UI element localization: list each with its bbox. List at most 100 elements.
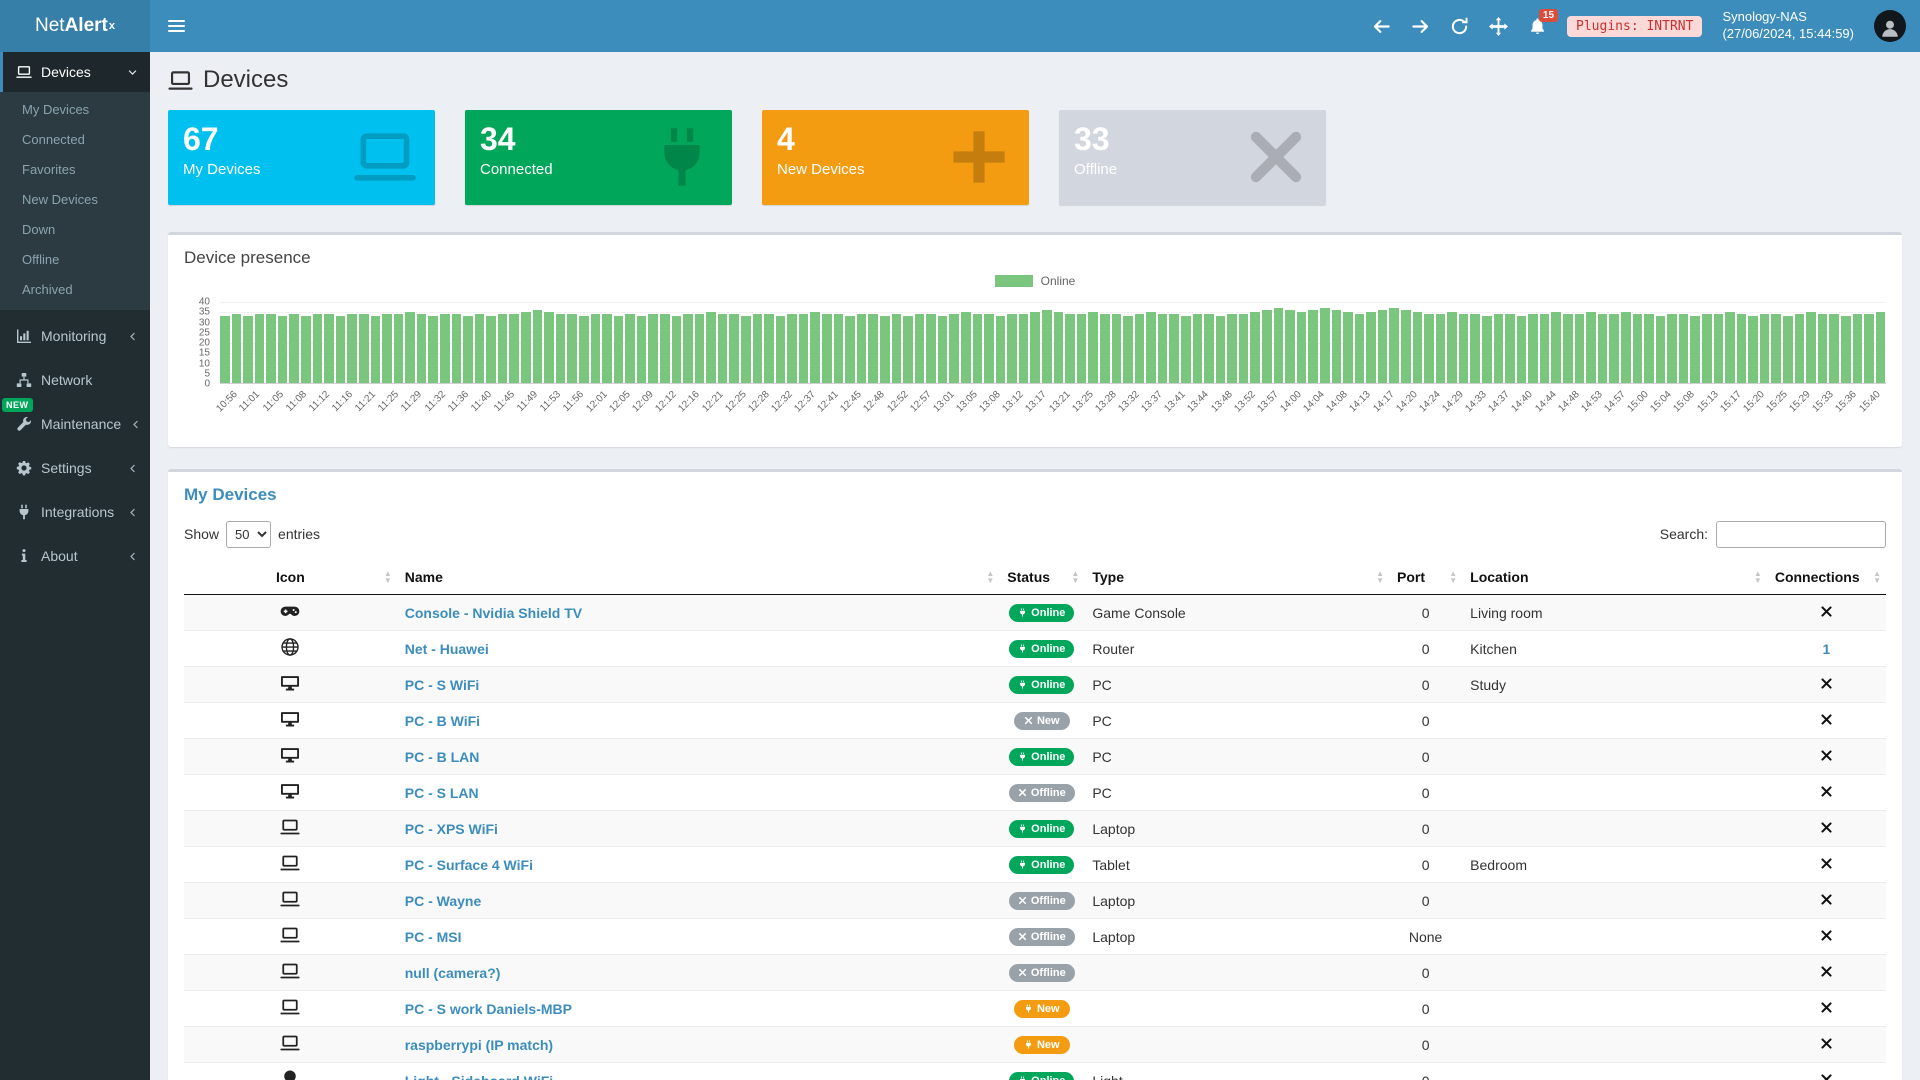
x-axis-label: 14:44 — [1539, 387, 1562, 435]
column-header-location[interactable]: Location▲▼ — [1462, 560, 1767, 595]
sidebar-subitem-archived[interactable]: Archived — [0, 274, 150, 304]
sidebar-subitem-connected[interactable]: Connected — [0, 124, 150, 154]
type-cell: PC — [1084, 775, 1389, 811]
sidebar-item-monitoring[interactable]: Monitoring — [0, 314, 150, 358]
name-cell: PC - Surface 4 WiFi — [397, 847, 1000, 883]
location-cell — [1462, 919, 1767, 955]
name-cell: PC - S WiFi — [397, 667, 1000, 703]
chart-legend[interactable]: Online — [184, 274, 1886, 288]
sidebar-subitem-down[interactable]: Down — [0, 214, 150, 244]
type-cell: Router — [1084, 631, 1389, 667]
laptop-icon — [16, 64, 32, 80]
device-name-link[interactable]: null (camera?) — [405, 965, 501, 981]
sidebar-item-integrations[interactable]: Integrations — [0, 490, 150, 534]
sidebar-subitem-offline[interactable]: Offline — [0, 244, 150, 274]
chart-bar — [1100, 314, 1110, 383]
plugins-status-badge[interactable]: Plugins: INTRNT — [1567, 16, 1702, 37]
refresh-icon[interactable] — [1450, 17, 1469, 36]
sidebar-item-settings[interactable]: Settings — [0, 446, 150, 490]
delete-device-icon[interactable] — [1820, 929, 1833, 942]
chart-bar — [1470, 314, 1480, 383]
delete-device-icon[interactable] — [1820, 713, 1833, 726]
chart-bar — [625, 314, 635, 383]
desktop-icon — [280, 673, 300, 693]
sidebar-item-devices[interactable]: Devices — [0, 52, 150, 92]
chart-icon — [16, 328, 32, 344]
device-name-link[interactable]: raspberrypi (IP match) — [405, 1037, 553, 1053]
delete-device-icon[interactable] — [1820, 821, 1833, 834]
type-cell — [1084, 1027, 1389, 1063]
device-name-link[interactable]: PC - B WiFi — [405, 713, 480, 729]
delete-device-icon[interactable] — [1820, 605, 1833, 618]
plug-icon — [16, 504, 32, 520]
delete-device-icon[interactable] — [1820, 1037, 1833, 1050]
device-row: Light - Sideboard WiFiOnlineLight0 — [184, 1063, 1886, 1080]
x-icon — [1018, 896, 1027, 905]
chart-bar — [753, 314, 763, 383]
status-label: Online — [1031, 607, 1065, 619]
nav-back-icon[interactable] — [1372, 17, 1391, 36]
device-name-link[interactable]: Light - Sideboard WiFi — [405, 1073, 553, 1080]
chart-bar — [1633, 314, 1643, 383]
search-input[interactable] — [1716, 521, 1886, 548]
device-name-link[interactable]: Net - Huawei — [405, 641, 489, 657]
infobox-connected[interactable]: 34Connected — [465, 110, 732, 205]
infobox-my-devices[interactable]: 67My Devices — [168, 110, 435, 205]
device-name-link[interactable]: PC - MSI — [405, 929, 462, 945]
chart-bar — [232, 314, 242, 383]
delete-device-icon[interactable] — [1820, 1073, 1833, 1080]
infobox-offline[interactable]: 33Offline — [1059, 110, 1326, 205]
sidebar-item-network[interactable]: Network — [0, 358, 150, 402]
device-name-link[interactable]: PC - S WiFi — [405, 677, 480, 693]
chart-bar — [1042, 310, 1052, 383]
device-name-link[interactable]: PC - B LAN — [405, 749, 480, 765]
sidebar-toggle-button[interactable] — [150, 0, 202, 52]
x-axis-label: 12:01 — [590, 387, 613, 435]
device-row: PC - S WiFiOnlinePC0Study — [184, 667, 1886, 703]
device-name-link[interactable]: PC - Surface 4 WiFi — [405, 857, 533, 873]
notifications-bell-icon[interactable]: 15 — [1528, 17, 1547, 36]
column-header-connections[interactable]: Connections▲▼ — [1767, 560, 1886, 595]
delete-device-icon[interactable] — [1820, 965, 1833, 978]
chart-bar — [996, 316, 1006, 383]
sidebar-subitem-new-devices[interactable]: New Devices — [0, 184, 150, 214]
status-cell: Online — [999, 1063, 1084, 1080]
chart-bar — [1123, 316, 1133, 383]
delete-device-icon[interactable] — [1820, 749, 1833, 762]
avatar[interactable] — [1874, 10, 1906, 42]
delete-device-icon[interactable] — [1820, 677, 1833, 690]
brand-logo[interactable]: NetAlertx — [0, 0, 150, 52]
chart-bar — [1528, 314, 1538, 383]
x-icon — [1018, 788, 1027, 797]
delete-device-icon[interactable] — [1820, 893, 1833, 906]
column-header-name[interactable]: Name▲▼ — [397, 560, 1000, 595]
hamburger-icon — [168, 17, 185, 35]
chart-bar — [787, 314, 797, 383]
icon-cell — [184, 919, 397, 955]
move-icon[interactable] — [1489, 17, 1508, 36]
sidebar-item-about[interactable]: About — [0, 534, 150, 578]
device-name-link[interactable]: PC - S work Daniels-MBP — [405, 1001, 572, 1017]
delete-device-icon[interactable] — [1820, 1001, 1833, 1014]
page-length-select[interactable]: 50 — [226, 521, 271, 548]
infobox-new-devices[interactable]: 4New Devices — [762, 110, 1029, 205]
chart-bar — [1725, 312, 1735, 383]
device-row: PC - B WiFiNewPC0 — [184, 703, 1886, 739]
column-header-type[interactable]: Type▲▼ — [1084, 560, 1389, 595]
delete-device-icon[interactable] — [1820, 785, 1833, 798]
nav-forward-icon[interactable] — [1411, 17, 1430, 36]
column-header-icon[interactable]: Icon▲▼ — [184, 560, 397, 595]
chart-bar — [1748, 316, 1758, 383]
column-header-port[interactable]: Port▲▼ — [1389, 560, 1462, 595]
sidebar-subitem-my-devices[interactable]: My Devices — [0, 94, 150, 124]
column-header-status[interactable]: Status▲▼ — [999, 560, 1084, 595]
x-axis-label: 15:20 — [1747, 387, 1770, 435]
device-name-link[interactable]: PC - S LAN — [405, 785, 479, 801]
connections-count-link[interactable]: 1 — [1823, 641, 1831, 657]
sidebar-subitem-favorites[interactable]: Favorites — [0, 154, 150, 184]
device-name-link[interactable]: Console - Nvidia Shield TV — [405, 605, 582, 621]
chart-bar — [868, 314, 878, 383]
device-name-link[interactable]: PC - Wayne — [405, 893, 482, 909]
device-name-link[interactable]: PC - XPS WiFi — [405, 821, 498, 837]
delete-device-icon[interactable] — [1820, 857, 1833, 870]
